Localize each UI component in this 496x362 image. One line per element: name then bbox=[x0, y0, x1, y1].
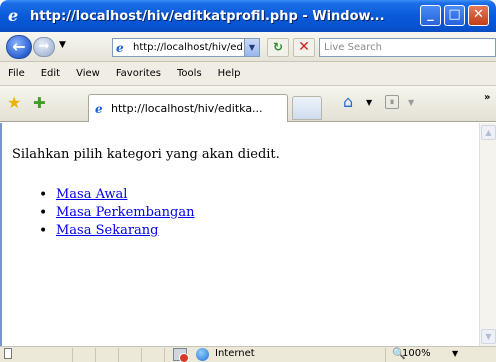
chevron-more-icon[interactable]: » bbox=[484, 92, 490, 103]
list-item: Masa Sekarang bbox=[39, 222, 194, 240]
globe-icon bbox=[196, 348, 209, 361]
status-divider bbox=[95, 348, 96, 362]
tab-page-icon: e bbox=[95, 101, 103, 116]
page-icon: e bbox=[116, 40, 124, 55]
refresh-button[interactable]: ↻ bbox=[267, 38, 289, 57]
star-icon[interactable]: ★ bbox=[7, 95, 21, 111]
list-item: Masa Awal bbox=[39, 186, 194, 204]
back-button[interactable]: ← bbox=[6, 35, 32, 59]
address-toolbar: ← → ▼ e http://localhost/hiv/edi ▼ ↻ ✕ L… bbox=[0, 32, 496, 62]
feed-icon[interactable]: ∎ bbox=[385, 95, 399, 109]
status-divider bbox=[385, 348, 386, 362]
tab-label: http://localhost/hiv/editka... bbox=[111, 102, 263, 115]
intro-text: Silahkan pilih kategori yang akan diedit… bbox=[12, 147, 280, 162]
list-item: Masa Perkembangan bbox=[39, 204, 195, 222]
ie-logo-icon: e bbox=[8, 6, 19, 25]
address-dropdown-icon[interactable]: ▼ bbox=[244, 39, 259, 56]
address-input[interactable]: http://localhost/hiv/edi bbox=[133, 42, 243, 53]
status-bar: Internet 🔍 100% ▼ bbox=[0, 346, 496, 362]
home-icon[interactable]: ⌂ bbox=[343, 94, 353, 110]
menu-favorites[interactable]: Favorites bbox=[116, 68, 161, 79]
status-page-icon bbox=[4, 348, 12, 359]
status-divider bbox=[164, 348, 165, 362]
menu-view[interactable]: View bbox=[76, 68, 100, 79]
menu-file[interactable]: File bbox=[8, 68, 25, 79]
stop-button[interactable]: ✕ bbox=[293, 38, 315, 57]
close-button[interactable]: ✕ bbox=[468, 5, 489, 26]
history-dropdown-icon[interactable]: ▼ bbox=[59, 40, 66, 50]
zoom-dropdown-icon[interactable]: ▼ bbox=[452, 349, 458, 358]
menu-help[interactable]: Help bbox=[218, 68, 241, 79]
menu-tools[interactable]: Tools bbox=[177, 68, 202, 79]
scroll-down-icon[interactable]: ▼ bbox=[481, 329, 496, 344]
category-link-masa-awal[interactable]: Masa Awal bbox=[56, 187, 127, 202]
feed-dropdown-icon[interactable]: ▼ bbox=[408, 98, 414, 107]
home-dropdown-icon[interactable]: ▼ bbox=[366, 98, 372, 107]
status-divider bbox=[118, 348, 119, 362]
menu-edit[interactable]: Edit bbox=[41, 68, 60, 79]
tab-bar: ★ ✚ e http://localhost/hiv/editka... ⌂ ▼… bbox=[0, 86, 496, 122]
tab-current[interactable]: e http://localhost/hiv/editka... bbox=[88, 94, 288, 122]
scroll-up-icon[interactable]: ▲ bbox=[481, 125, 496, 140]
menu-bar: File Edit View Favorites Tools Help bbox=[0, 62, 496, 86]
status-divider bbox=[141, 348, 142, 362]
category-link-masa-sekarang[interactable]: Masa Sekarang bbox=[56, 223, 159, 238]
page-content: Silahkan pilih kategori yang akan diedit… bbox=[0, 123, 479, 346]
zoom-level[interactable]: 100% bbox=[402, 348, 431, 359]
minimize-button[interactable]: _ bbox=[420, 5, 441, 26]
new-tab-button[interactable] bbox=[292, 96, 322, 120]
vertical-scrollbar[interactable]: ▲ ▼ bbox=[479, 123, 496, 346]
add-favorite-icon[interactable]: ✚ bbox=[33, 95, 46, 111]
window-title: http://localhost/hiv/editkatprofil.php -… bbox=[30, 8, 385, 24]
category-list: Masa Awal Masa Perkembangan Masa Sekaran… bbox=[39, 186, 195, 240]
zone-label: Internet bbox=[215, 348, 255, 359]
title-bar: e http://localhost/hiv/editkatprofil.php… bbox=[0, 0, 496, 32]
category-link-masa-perkembangan[interactable]: Masa Perkembangan bbox=[56, 205, 194, 220]
search-input[interactable]: Live Search bbox=[319, 38, 496, 57]
status-divider bbox=[72, 348, 73, 362]
maximize-button[interactable]: □ bbox=[444, 5, 465, 26]
address-bar[interactable]: e http://localhost/hiv/edi ▼ bbox=[112, 38, 260, 57]
forward-button[interactable]: → bbox=[33, 37, 55, 57]
protected-mode-icon[interactable] bbox=[173, 348, 189, 362]
